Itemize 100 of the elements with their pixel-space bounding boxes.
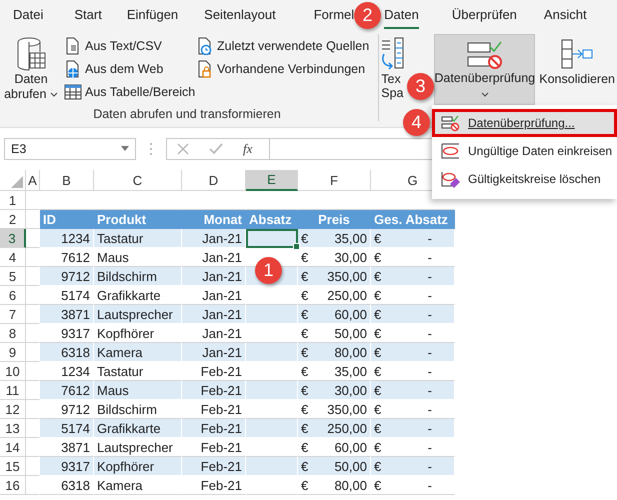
table-cell: Grafikkarte — [94, 419, 182, 438]
table-cell: 7612 — [40, 381, 94, 400]
ribbon-tab[interactable]: Datei — [13, 2, 44, 28]
currency-cell: € - — [371, 381, 455, 400]
table-cell: 9712 — [40, 267, 94, 286]
currency-cell: € - — [371, 267, 455, 286]
select-all-icon — [11, 176, 23, 188]
currency-cell: € - — [371, 343, 455, 362]
currency-cell: € - — [371, 229, 455, 248]
table-icon — [64, 83, 82, 101]
table-cell — [246, 305, 298, 324]
table-cell — [246, 381, 298, 400]
table-cell: Maus — [94, 381, 182, 400]
column-header[interactable]: E — [246, 170, 298, 191]
row-header[interactable]: 12 — [0, 400, 26, 419]
row-header[interactable]: 16 — [0, 476, 26, 495]
ribbon-tab[interactable]: Ansicht — [544, 2, 587, 28]
ribbon-group-label: Daten abrufen und transformieren — [92, 107, 282, 121]
table-cell: 5174 — [40, 419, 94, 438]
column-header[interactable]: C — [94, 170, 182, 191]
row-header[interactable]: 5 — [0, 267, 26, 286]
table-cell — [246, 457, 298, 476]
row-header[interactable]: 9 — [0, 343, 26, 362]
currency-cell: € - — [371, 305, 455, 324]
currency-cell: € - — [371, 419, 455, 438]
data-validation-icon — [466, 39, 504, 71]
table-cell: Kamera — [94, 343, 182, 362]
name-box[interactable]: E3 — [4, 138, 136, 160]
table-cell: Lautsprecher — [94, 305, 182, 324]
currency-cell: € 30,00 — [298, 381, 371, 400]
row-header[interactable]: 3 — [0, 229, 26, 248]
ribbon-tab[interactable]: Formel — [314, 2, 354, 28]
column-header[interactable]: D — [182, 170, 246, 191]
table-header-cell: Preis — [298, 210, 371, 229]
ribbon-button[interactable]: Aus Text/CSV — [62, 36, 194, 56]
ribbon-button[interactable]: Vorhandene Verbindungen — [194, 59, 374, 79]
table-cell: Jan-21 — [182, 267, 246, 286]
table-cell — [246, 419, 298, 438]
circle-invalid-icon — [441, 142, 461, 160]
chevron-down-icon — [50, 91, 58, 98]
row-header[interactable]: 13 — [0, 419, 26, 438]
currency-cell: € 35,00 — [298, 229, 371, 248]
data-validation-button[interactable]: Datenüberprüfung — [434, 34, 536, 105]
row-header[interactable]: 1 — [0, 191, 26, 210]
menu-item[interactable]: Gültigkeitskreise löschen — [432, 165, 617, 193]
text-to-columns-button[interactable]: Tex Spa — [381, 30, 406, 102]
table-header-cell: Absatz — [246, 210, 298, 229]
ribbon-tab[interactable]: Seitenlayout — [204, 2, 276, 28]
ribbon-button[interactable]: Aus Tabelle/Bereich — [62, 82, 194, 102]
grip-icon — [149, 140, 153, 156]
table-cell: 9317 — [40, 457, 94, 476]
currency-cell: € 60,00 — [298, 305, 371, 324]
column-header[interactable]: A — [26, 170, 40, 191]
row-header[interactable]: 2 — [0, 210, 26, 229]
row-header[interactable]: 11 — [0, 381, 26, 400]
eraser-icon — [441, 170, 461, 188]
table-cell: Jan-21 — [182, 343, 246, 362]
row-header[interactable]: 14 — [0, 438, 26, 457]
row-header[interactable]: 15 — [0, 457, 26, 476]
table-cell: Jan-21 — [182, 305, 246, 324]
selected-cell[interactable] — [246, 229, 298, 248]
row-header[interactable]: 8 — [0, 324, 26, 343]
database-table-icon — [15, 36, 47, 72]
currency-cell: € 350,00 — [298, 267, 371, 286]
table-cell: 1234 — [40, 229, 94, 248]
menu-item[interactable]: Ungültige Daten einkreisen — [432, 137, 617, 165]
ribbon-tab[interactable]: Überprüfen — [452, 2, 517, 28]
table-cell: Kopfhörer — [94, 457, 182, 476]
currency-cell: € 80,00 — [298, 343, 371, 362]
column-header[interactable]: F — [298, 170, 371, 191]
table-cell: 6318 — [40, 343, 94, 362]
column-header[interactable]: B — [40, 170, 94, 191]
table-cell: 3871 — [40, 305, 94, 324]
menu-item[interactable]: Datenüberprüfung... — [432, 109, 617, 137]
row-header[interactable]: 6 — [0, 286, 26, 305]
table-cell: Bildschirm — [94, 267, 182, 286]
ribbon-button[interactable]: Zuletzt verwendete Quellen — [194, 36, 374, 56]
table-cell — [246, 343, 298, 362]
row-header[interactable]: 10 — [0, 362, 26, 381]
row-header[interactable]: 7 — [0, 305, 26, 324]
check-icon — [209, 142, 223, 154]
dropdown-arrow-icon — [121, 146, 129, 151]
row-header[interactable]: 4 — [0, 248, 26, 267]
text-to-columns-icon — [381, 36, 406, 72]
table-header-cell: Produkt — [94, 210, 182, 229]
get-data-button[interactable]: Daten abrufen — [0, 34, 62, 103]
currency-cell: € - — [371, 457, 455, 476]
ribbon-tab[interactable]: Start — [74, 2, 102, 28]
cancel-icon — [177, 142, 189, 154]
ribbon-tab[interactable]: Einfügen — [126, 2, 178, 28]
table-header-cell: Monat — [182, 210, 246, 229]
table-cell: Jan-21 — [182, 229, 246, 248]
currency-cell: € 250,00 — [298, 419, 371, 438]
table-cell: Tastatur — [94, 229, 182, 248]
insert-function-button[interactable]: fx — [243, 140, 252, 156]
table-cell: Feb-21 — [182, 381, 246, 400]
consolidate-button[interactable]: Konsolidieren — [537, 30, 617, 94]
table-cell: Feb-21 — [182, 457, 246, 476]
ribbon-button[interactable]: Aus dem Web — [62, 59, 194, 79]
table-header-cell: Ges. Absatz — [371, 210, 455, 229]
